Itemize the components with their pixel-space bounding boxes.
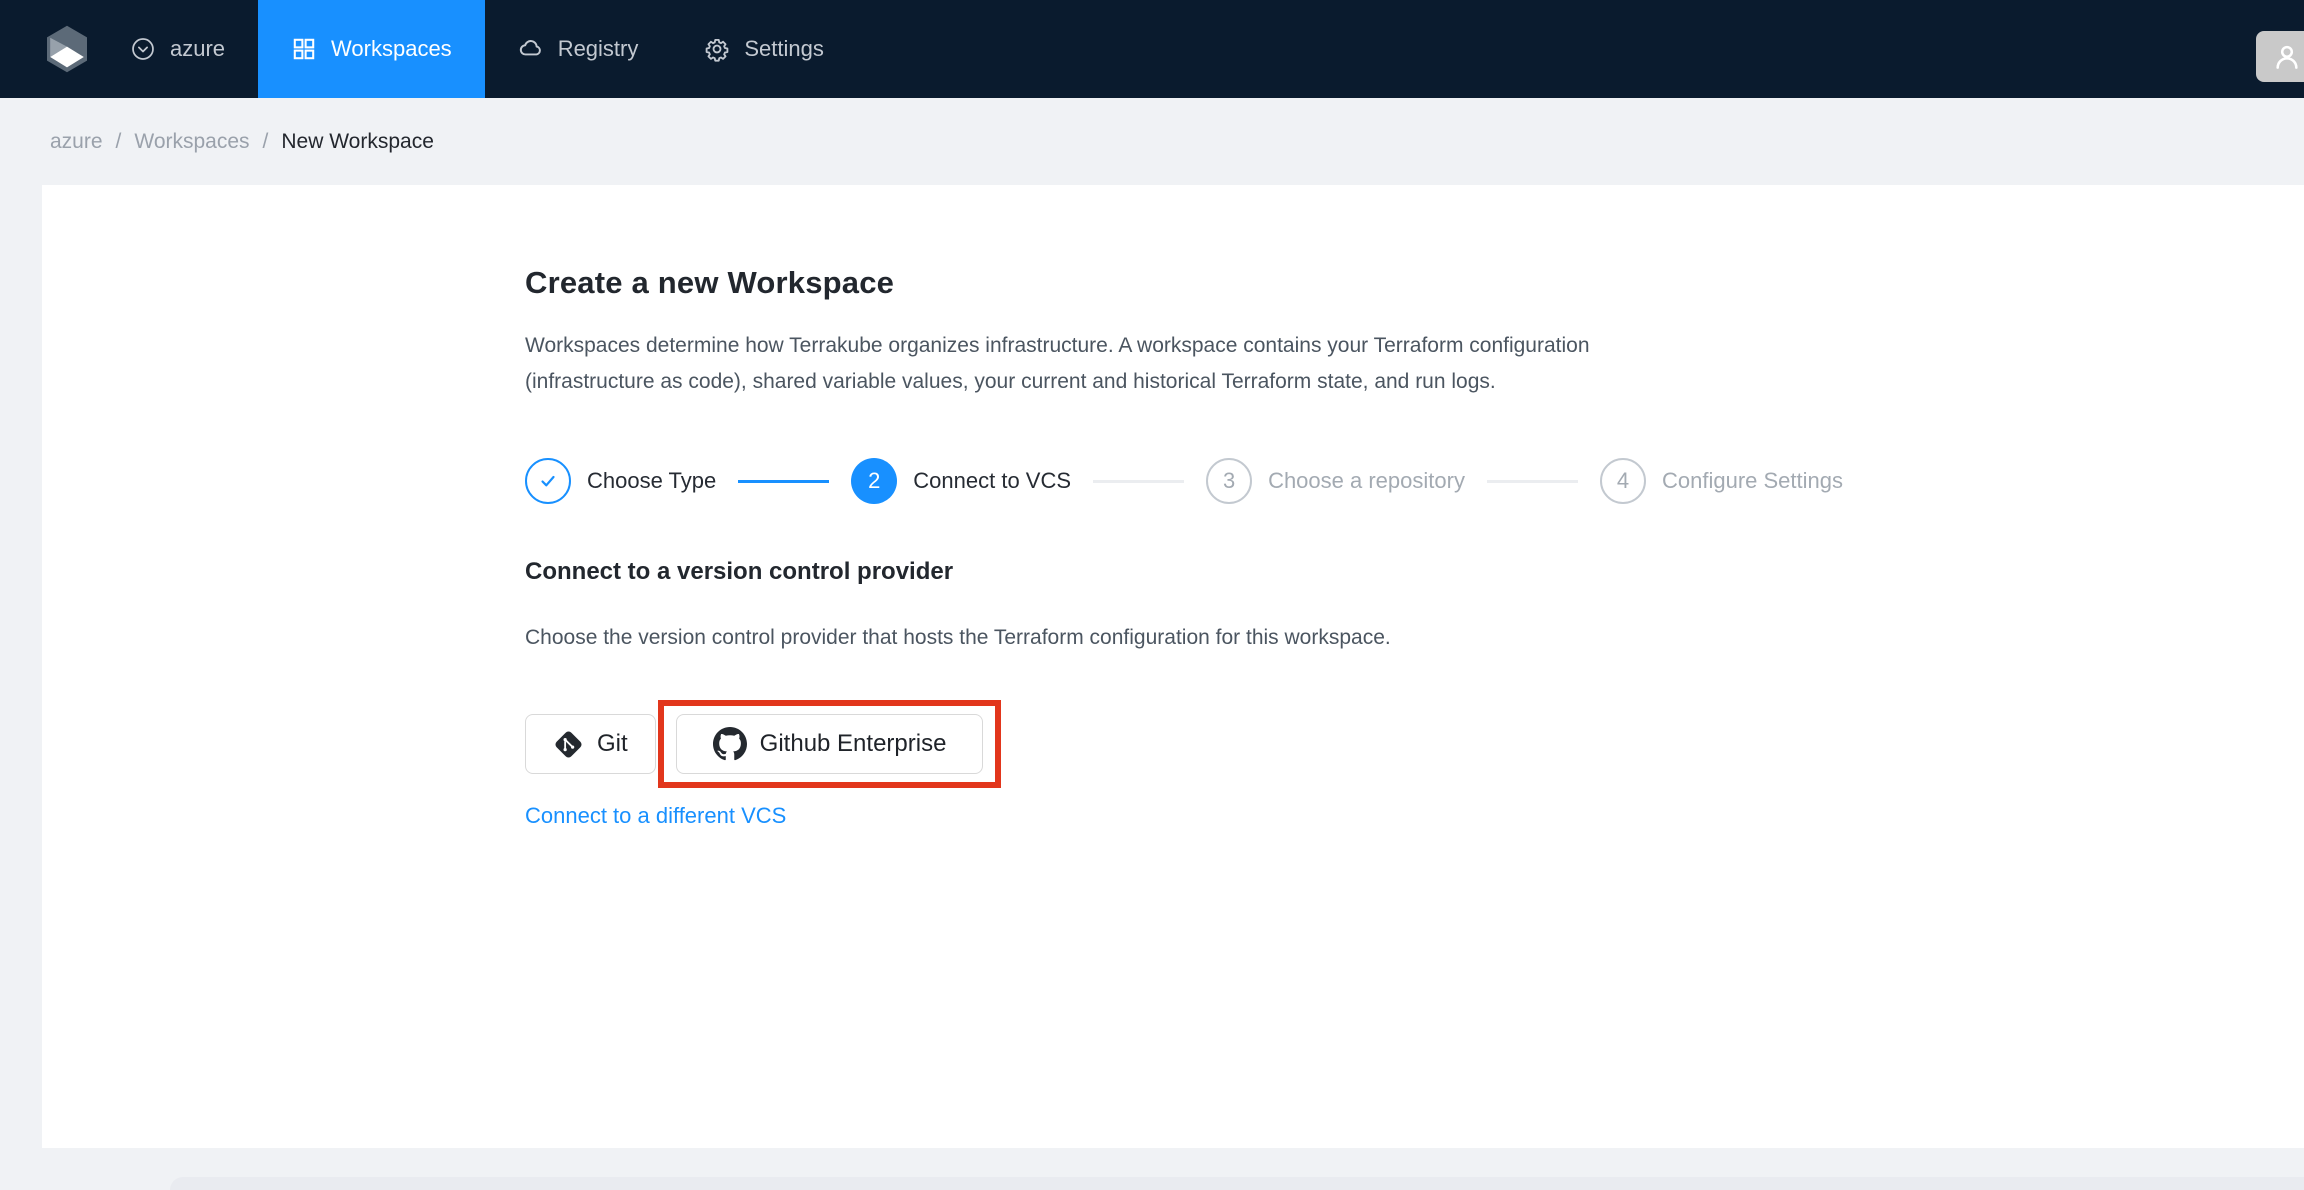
nav-item-label: Settings xyxy=(744,36,824,62)
nav-item-organization[interactable]: azure xyxy=(97,0,258,98)
person-icon xyxy=(2271,41,2303,73)
workspace-description: Workspaces determine how Terrakube organ… xyxy=(525,328,1842,400)
gear-icon xyxy=(704,36,730,62)
breadcrumb-separator: / xyxy=(116,130,122,154)
step-label: Connect to VCS xyxy=(913,468,1071,494)
step-number-circle: 3 xyxy=(1206,458,1252,504)
grid-icon xyxy=(291,36,317,62)
connect-different-vcs-link[interactable]: Connect to a different VCS xyxy=(525,803,786,829)
step-label: Choose Type xyxy=(587,468,716,494)
main-card: Create a new Workspace Workspaces determ… xyxy=(42,185,2304,1148)
vcs-section-subtext: Choose the version control provider that… xyxy=(525,626,1842,650)
nav-menu: azure Workspaces Registry Settings xyxy=(97,0,857,98)
github-enterprise-button[interactable]: Github Enterprise xyxy=(676,714,984,774)
step-connector xyxy=(1487,480,1578,483)
wizard-steps: Choose Type 2 Connect to VCS 3 Choose a … xyxy=(525,458,1843,504)
breadcrumb-separator: / xyxy=(263,130,269,154)
chevron-down-circle-icon xyxy=(130,36,156,62)
annotation-highlight-box: Github Enterprise xyxy=(658,700,1002,788)
step-connector-done xyxy=(738,480,829,483)
vcs-provider-buttons: Git Github Enterprise xyxy=(525,700,1842,788)
step-choose-repository[interactable]: 3 Choose a repository xyxy=(1206,458,1465,504)
step-check-circle xyxy=(525,458,571,504)
cloud-icon xyxy=(518,36,544,62)
nav-item-registry[interactable]: Registry xyxy=(485,0,672,98)
step-configure-settings[interactable]: 4 Configure Settings xyxy=(1600,458,1843,504)
check-icon xyxy=(536,469,560,493)
step-label: Choose a repository xyxy=(1268,468,1465,494)
vcs-section-heading: Connect to a version control provider xyxy=(525,558,1842,586)
step-number-circle: 2 xyxy=(851,458,897,504)
breadcrumb-org[interactable]: azure xyxy=(50,130,103,154)
nav-item-settings[interactable]: Settings xyxy=(671,0,857,98)
git-button-label: Git xyxy=(597,730,628,758)
nav-item-workspaces[interactable]: Workspaces xyxy=(258,0,485,98)
step-label: Configure Settings xyxy=(1662,468,1843,494)
github-enterprise-button-label: Github Enterprise xyxy=(760,730,947,758)
page-title: Create a new Workspace xyxy=(525,265,1842,301)
bottom-shade-strip xyxy=(170,1177,2304,1190)
nav-item-label: azure xyxy=(170,36,225,62)
breadcrumb-workspaces[interactable]: Workspaces xyxy=(134,130,249,154)
nav-item-label: Workspaces xyxy=(331,36,452,62)
terrakube-logo[interactable] xyxy=(47,0,87,98)
step-connect-to-vcs[interactable]: 2 Connect to VCS xyxy=(851,458,1071,504)
user-avatar-button[interactable] xyxy=(2256,31,2304,82)
step-connector xyxy=(1093,480,1184,483)
step-choose-type[interactable]: Choose Type xyxy=(525,458,716,504)
breadcrumb: azure / Workspaces / New Workspace xyxy=(0,98,2304,154)
nav-item-label: Registry xyxy=(558,36,639,62)
step-number-circle: 4 xyxy=(1600,458,1646,504)
git-icon xyxy=(553,729,584,760)
top-navbar: azure Workspaces Registry Settings xyxy=(0,0,2304,98)
github-icon xyxy=(713,727,747,761)
breadcrumb-current-page: New Workspace xyxy=(281,130,434,154)
wizard-content: Create a new Workspace Workspaces determ… xyxy=(42,185,1842,829)
hexagon-cube-icon xyxy=(47,24,87,74)
git-button[interactable]: Git xyxy=(525,714,656,774)
